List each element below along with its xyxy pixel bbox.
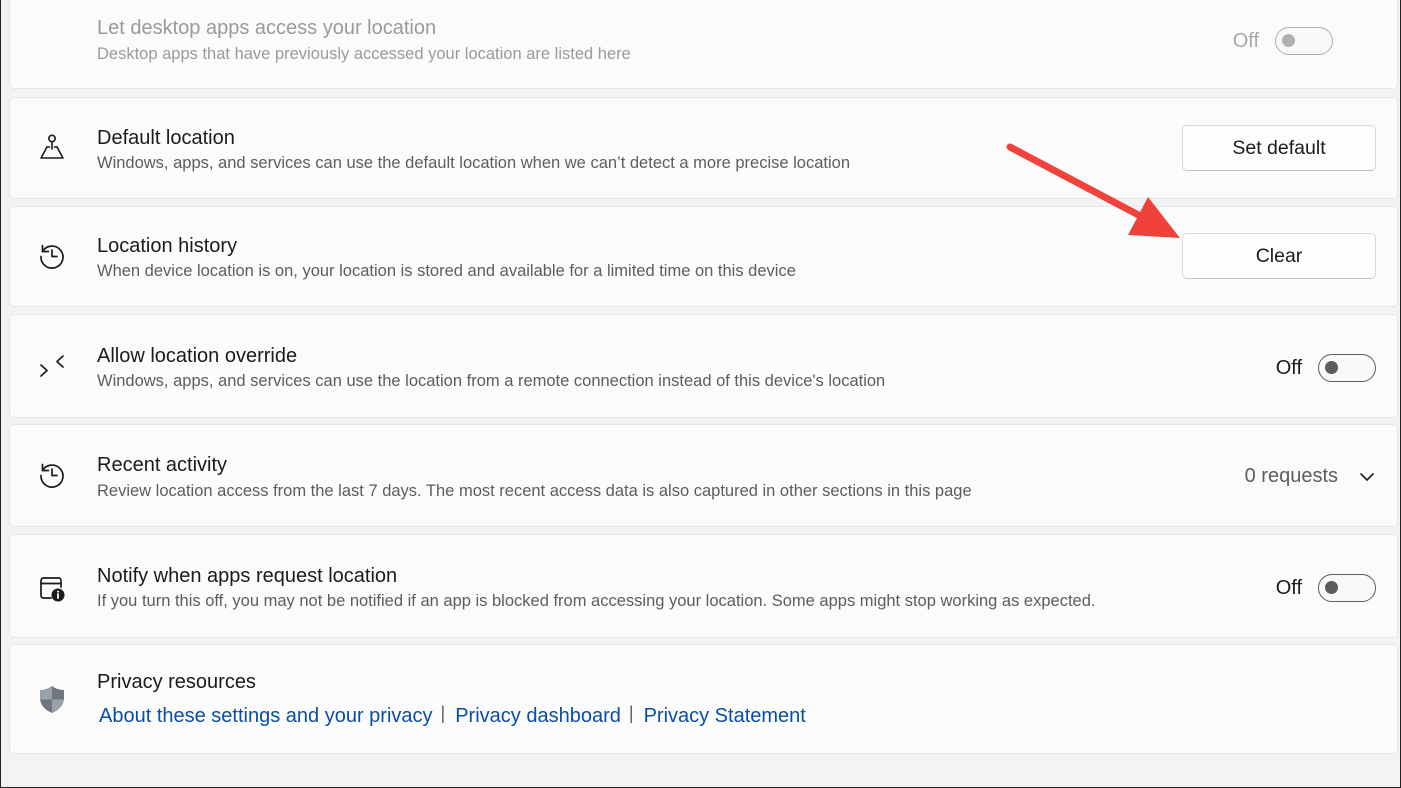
location-override-toggle[interactable] [1318, 354, 1376, 382]
default-location-title: Default location [97, 127, 235, 149]
calendar-info-icon [36, 572, 68, 604]
history-clock-icon [36, 240, 68, 272]
link-separator: | [440, 703, 446, 723]
privacy-dashboard-link[interactable]: Privacy dashboard [455, 705, 621, 728]
location-history-desc: When device location is on, your locatio… [97, 262, 796, 280]
location-override-icon [36, 351, 68, 383]
recent-activity-dropdown[interactable]: 0 requests [1245, 465, 1376, 488]
location-override-toggle-label: Off [1275, 356, 1302, 379]
shield-icon [36, 683, 68, 715]
toggle-knob [1325, 581, 1338, 594]
recent-activity-title: Recent activity [97, 454, 228, 476]
privacy-links: About these settings and your privacy | … [99, 703, 806, 728]
location-override-row: Allow location override Windows, apps, a… [9, 314, 1398, 418]
location-override-toggle-group: Off [1276, 353, 1376, 383]
desktop-apps-desc: Desktop apps that have previously access… [97, 45, 631, 63]
notify-row: Notify when apps request location If you… [9, 534, 1398, 638]
desktop-apps-location-row: Let desktop apps access your location De… [9, 0, 1398, 89]
privacy-resources-title: Privacy resources [97, 671, 256, 693]
location-history-title: Location history [97, 235, 238, 257]
clear-history-button[interactable]: Clear [1182, 233, 1376, 279]
default-location-row: Default location Windows, apps, and serv… [9, 97, 1398, 199]
recent-activity-count: 0 requests [1244, 465, 1338, 487]
chevron-down-icon [1360, 472, 1374, 481]
desktop-apps-title: Let desktop apps access your location [97, 17, 437, 39]
desktop-apps-toggle-group: Off [1233, 26, 1333, 56]
history-clock-icon [36, 459, 68, 491]
recent-activity-row[interactable]: Recent activity Review location access f… [9, 424, 1398, 527]
notify-toggle[interactable] [1318, 574, 1376, 602]
set-default-button[interactable]: Set default [1182, 125, 1376, 171]
recent-activity-desc: Review location access from the last 7 d… [97, 482, 972, 500]
privacy-statement-link[interactable]: Privacy Statement [644, 705, 806, 728]
desktop-apps-toggle-label: Off [1232, 29, 1259, 52]
notify-toggle-label: Off [1275, 576, 1302, 599]
about-privacy-link[interactable]: About these settings and your privacy [99, 705, 433, 728]
location-override-desc: Windows, apps, and services can use the … [97, 372, 886, 390]
toggle-knob [1282, 34, 1295, 47]
map-pin-stand-icon [36, 131, 68, 163]
notify-desc: If you turn this off, you may not be not… [97, 592, 1096, 610]
default-location-desc: Windows, apps, and services can use the … [97, 154, 850, 172]
desktop-apps-toggle[interactable] [1275, 27, 1333, 55]
location-override-title: Allow location override [97, 345, 298, 367]
privacy-resources-row: Privacy resources About these settings a… [9, 644, 1398, 754]
notify-title: Notify when apps request location [97, 565, 398, 587]
location-history-row: Location history When device location is… [9, 206, 1398, 307]
toggle-knob [1325, 361, 1338, 374]
notify-toggle-group: Off [1276, 573, 1376, 603]
link-separator: | [628, 703, 634, 723]
